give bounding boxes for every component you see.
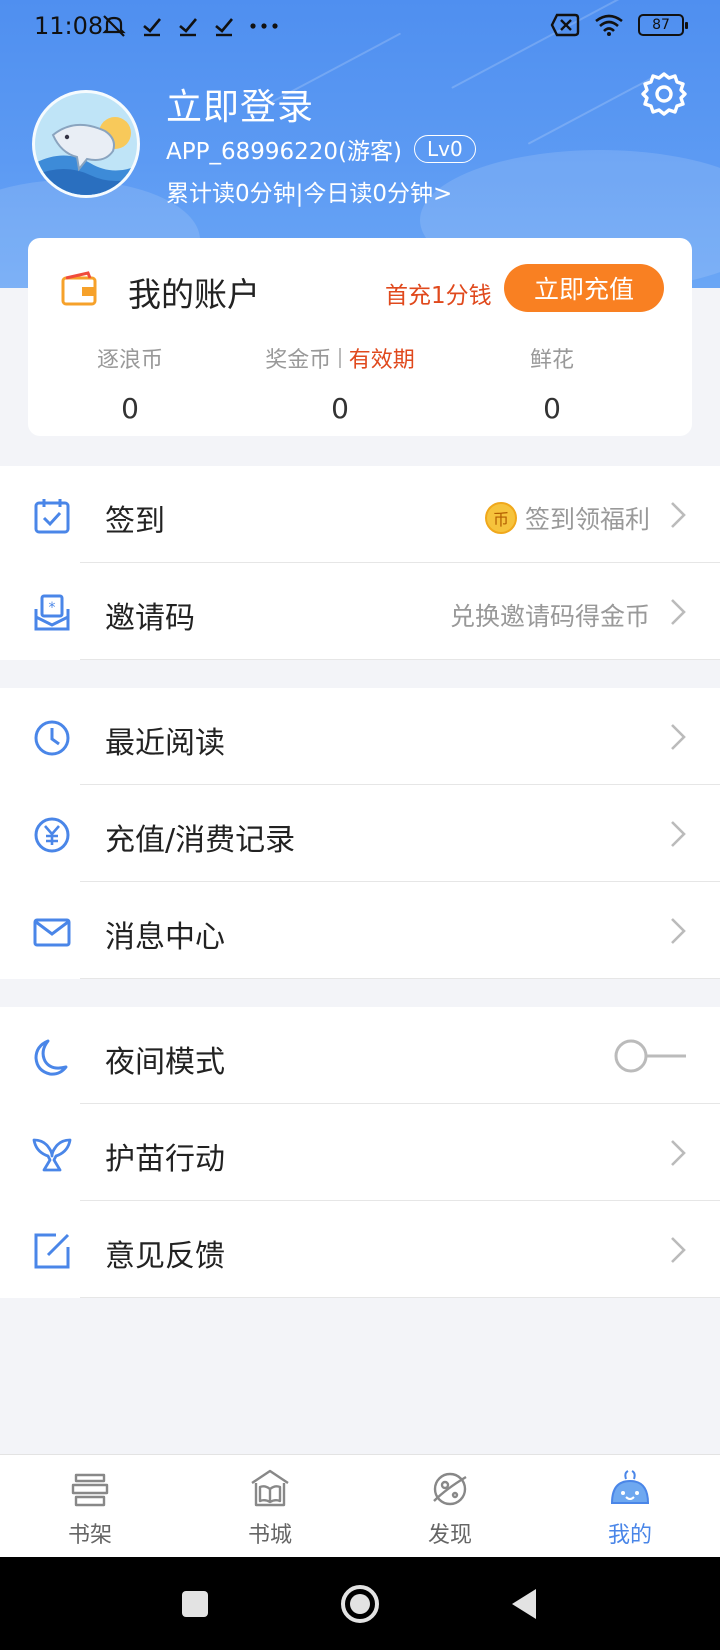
menu-item-recent-reading[interactable]: 最近阅读 bbox=[0, 688, 720, 785]
flower-label: 鲜花 bbox=[529, 348, 574, 373]
bookstore-icon bbox=[251, 1469, 289, 1507]
streak-decoration bbox=[527, 77, 653, 145]
coin-balance[interactable]: 逐浪币 0 bbox=[30, 342, 230, 425]
promo-text: 首充1分钱 bbox=[385, 283, 492, 309]
gear-icon[interactable] bbox=[640, 70, 688, 118]
login-button[interactable]: 立即登录 bbox=[166, 78, 314, 130]
mine-whale-icon bbox=[610, 1470, 650, 1504]
menu-item-sprout-action[interactable]: 护苗行动 bbox=[0, 1104, 720, 1201]
validity-link[interactable]: 有效期 bbox=[349, 342, 415, 374]
svg-text:*: * bbox=[49, 600, 56, 616]
coin-icon: 币 bbox=[484, 502, 517, 534]
menu-label: 护苗行动 bbox=[105, 1142, 225, 1177]
bonus-value: 0 bbox=[331, 392, 349, 425]
sim-off-icon bbox=[550, 13, 580, 37]
divider bbox=[80, 1297, 720, 1298]
check-icon bbox=[215, 18, 233, 37]
calendar-check-icon bbox=[34, 499, 70, 534]
back-triangle-icon[interactable] bbox=[504, 1583, 546, 1625]
tab-mine[interactable]: 我的 bbox=[540, 1455, 720, 1557]
wifi-icon bbox=[595, 14, 623, 36]
flower-balance[interactable]: 鲜花 0 bbox=[452, 342, 652, 425]
mute-icon bbox=[102, 15, 126, 37]
menu-item-feedback[interactable]: 意见反馈 bbox=[0, 1201, 720, 1298]
tab-label: 书城 bbox=[247, 1523, 292, 1548]
more-icon bbox=[250, 23, 278, 29]
checkin-hint-text: 签到领福利 bbox=[524, 505, 650, 534]
clock-icon bbox=[34, 720, 70, 756]
planet-icon bbox=[433, 1472, 467, 1506]
tab-label: 我的 bbox=[607, 1523, 652, 1548]
check-icon bbox=[143, 18, 161, 37]
divider bbox=[339, 348, 341, 368]
menu-label: 最近阅读 bbox=[105, 726, 225, 761]
avatar[interactable] bbox=[32, 90, 140, 198]
menu-label: 充值/消费记录 bbox=[105, 823, 296, 858]
coin-value: 0 bbox=[121, 392, 139, 425]
home-circle-icon[interactable] bbox=[339, 1583, 381, 1625]
chevron-right-icon bbox=[671, 724, 686, 750]
moon-icon bbox=[34, 1039, 68, 1076]
mail-icon bbox=[33, 918, 71, 947]
night-mode-toggle[interactable] bbox=[614, 1039, 688, 1073]
menu-group-settings: 夜间模式 护苗行动 意见反馈 bbox=[0, 1007, 720, 1298]
menu-label: 夜间模式 bbox=[105, 1045, 225, 1080]
menu-group-rewards: 签到 币 签到领福利 * 邀请码 兑换邀请码得金币 bbox=[0, 466, 720, 660]
menu-label: 签到 bbox=[105, 504, 165, 539]
reading-stats-link[interactable]: 累计读0分钟|今日读0分钟> bbox=[166, 174, 452, 208]
status-system-icons: 87 bbox=[550, 13, 688, 37]
tab-discover[interactable]: 发现 bbox=[360, 1455, 540, 1557]
bottom-tab-bar: 书架 书城 发现 我的 bbox=[0, 1454, 720, 1557]
wallet-icon bbox=[61, 271, 97, 306]
battery-icon: 87 bbox=[638, 14, 688, 36]
menu-item-night-mode[interactable]: 夜间模式 bbox=[0, 1007, 720, 1104]
tab-label: 书架 bbox=[67, 1523, 112, 1548]
status-bar: 11:08 87 bbox=[0, 0, 720, 54]
recharge-button[interactable]: 立即充值 bbox=[504, 264, 664, 312]
account-title: 我的账户 bbox=[128, 275, 260, 314]
chevron-right-icon bbox=[671, 1237, 686, 1263]
chevron-right-icon bbox=[671, 821, 686, 847]
tab-bookshelf[interactable]: 书架 bbox=[0, 1455, 180, 1557]
menu-item-checkin[interactable]: 签到 币 签到领福利 bbox=[0, 466, 720, 563]
account-card: 我的账户 首充1分钱 立即充值 逐浪币 0 奖金币 有效期 0 鲜花 0 bbox=[28, 238, 692, 436]
yuan-icon bbox=[34, 817, 70, 853]
check-icon bbox=[179, 18, 197, 37]
level-badge: Lv0 bbox=[414, 135, 476, 163]
menu-item-records[interactable]: 充值/消费记录 bbox=[0, 785, 720, 882]
menu-item-invite[interactable]: * 邀请码 兑换邀请码得金币 bbox=[0, 563, 720, 660]
bookshelf-icon bbox=[71, 1473, 109, 1507]
menu-hint: 币 签到领福利 bbox=[484, 500, 650, 536]
recents-square-icon[interactable] bbox=[174, 1583, 216, 1625]
status-time: 11:08 bbox=[34, 12, 104, 40]
menu-label: 邀请码 bbox=[105, 601, 195, 636]
tab-bookstore[interactable]: 书城 bbox=[180, 1455, 360, 1557]
menu-group-records: 最近阅读 充值/消费记录 消息中心 bbox=[0, 688, 720, 979]
coin-label: 逐浪币 bbox=[96, 348, 163, 373]
whale-tail-icon bbox=[32, 1138, 72, 1172]
invite-envelope-icon: * bbox=[34, 594, 70, 631]
chevron-right-icon bbox=[671, 1140, 686, 1166]
status-notification-icons bbox=[100, 12, 280, 40]
divider bbox=[80, 659, 720, 660]
menu-label: 消息中心 bbox=[105, 920, 225, 955]
chevron-right-icon bbox=[671, 599, 686, 625]
user-id-row: APP_68996220(游客) Lv0 bbox=[166, 132, 476, 166]
divider bbox=[80, 978, 720, 979]
bonus-label: 奖金币 bbox=[265, 348, 332, 373]
flower-value: 0 bbox=[543, 392, 561, 425]
chevron-right-icon bbox=[671, 918, 686, 944]
invite-hint-text: 兑换邀请码得金币 bbox=[449, 602, 650, 631]
battery-level: 87 bbox=[652, 17, 670, 33]
menu-label: 意见反馈 bbox=[105, 1239, 225, 1274]
tab-label: 发现 bbox=[427, 1523, 472, 1548]
user-id: APP_68996220(游客) bbox=[166, 139, 402, 165]
menu-item-messages[interactable]: 消息中心 bbox=[0, 882, 720, 979]
bonus-balance[interactable]: 奖金币 有效期 0 bbox=[240, 342, 440, 425]
edit-icon bbox=[34, 1233, 70, 1269]
chevron-right-icon bbox=[671, 502, 686, 528]
system-nav-bar bbox=[0, 1557, 720, 1650]
